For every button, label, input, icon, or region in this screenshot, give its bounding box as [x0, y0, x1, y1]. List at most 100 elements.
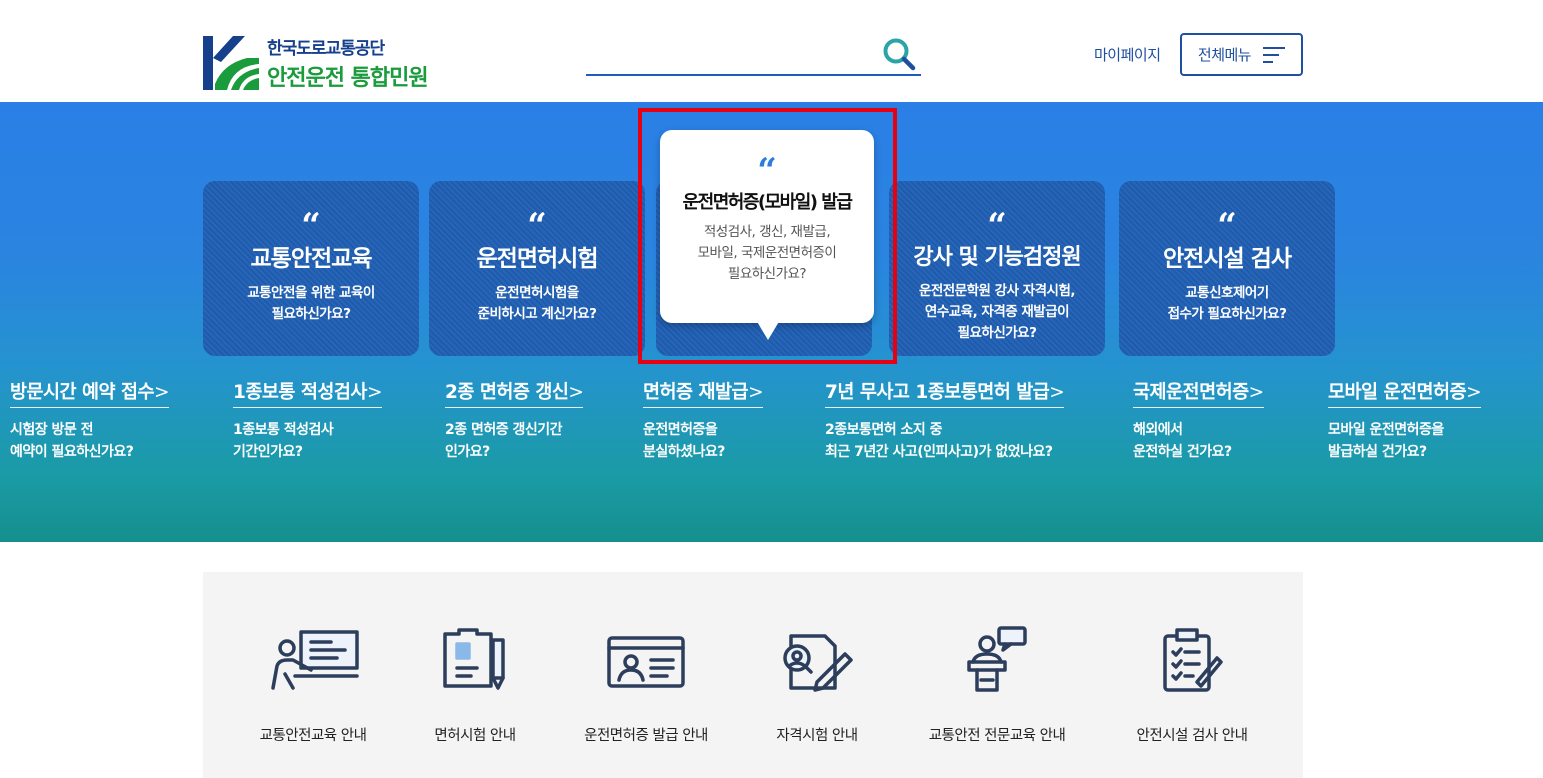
quick-link-desc: 해외에서 운전하실 건가요? [1133, 419, 1264, 463]
quick-link-title[interactable]: 7년 무사고 1종보통면허 발급> [825, 378, 1065, 408]
chevron-right-icon: > [1248, 382, 1265, 403]
highlight-box [638, 108, 897, 364]
card-desc-line: 접수가 필요하신가요? [1167, 306, 1287, 322]
chevron-right-icon: > [568, 382, 584, 403]
quote-icon: “ [301, 206, 321, 246]
quick-link-desc-line: 예약이 필요하신가요? [10, 444, 134, 460]
logo-org-name: 한국도로교통공단 [267, 39, 385, 59]
quick-link-title[interactable]: 국제운전면허증> [1133, 378, 1264, 408]
quick-link-desc: 시험장 방문 전 예약이 필요하신가요? [10, 419, 169, 463]
quick-link-title-text: 국제운전면허증 [1133, 382, 1249, 403]
guide-label: 교통안전 전문교육 안내 [928, 728, 1066, 744]
quick-link-international-license[interactable]: 국제운전면허증> 해외에서 운전하실 건가요? [1133, 378, 1264, 463]
quick-link-desc-line: 2종 면허증 갱신기간 [445, 422, 563, 438]
quick-link-desc-line: 운전면허증을 [643, 422, 718, 438]
quick-link-title[interactable]: 면허증 재발급> [643, 378, 764, 408]
quick-link-title-text: 방문시간 예약 접수 [10, 382, 155, 403]
quick-link-title[interactable]: 방문시간 예약 접수> [10, 378, 170, 408]
card-title: 강사 및 기능검정원 [913, 245, 1081, 270]
quick-link-title-text: 1종보통 적성검사 [233, 382, 367, 403]
guide-label: 교통안전교육 안내 [259, 728, 367, 744]
chevron-right-icon: > [748, 382, 764, 403]
card-desc-line: 운전전문학원 강사 자격시험, [918, 283, 1076, 299]
quote-icon: “ [527, 206, 547, 246]
license-exam-icon [443, 628, 505, 690]
quick-link-desc: 운전면허증을 분실하셨나요? [643, 419, 763, 463]
speaker-icon [967, 626, 1027, 692]
checklist-icon [1163, 628, 1223, 692]
quick-link-title[interactable]: 1종보통 적성검사> [233, 378, 382, 408]
quick-link-desc-line: 인가요? [445, 444, 490, 460]
guide-item-license-exam[interactable]: 면허시험 안내 [434, 618, 516, 744]
quick-link-class2-renewal[interactable]: 2종 면허증 갱신> 2종 면허증 갱신기간 인가요? [445, 378, 584, 463]
card-instructor-examiner[interactable]: “ 강사 및 기능검정원 운전전문학원 강사 자격시험, 연수교육, 자격증 재… [889, 181, 1105, 356]
card-desc: 운전전문학원 강사 자격시험, 연수교육, 자격증 재발급이 필요하신가요? [889, 281, 1105, 344]
quick-link-desc: 2종보통면허 소지 중 최근 7년간 사고(인피사고)가 없었나요? [825, 419, 1064, 463]
card-desc-line: 준비하시고 계신가요? [477, 306, 597, 322]
card-safety-facility-inspection[interactable]: “ 안전시설 검사 교통신호제어기 접수가 필요하신가요? [1119, 181, 1335, 356]
guide-item-license-issue[interactable]: 운전면허증 발급 안내 [584, 618, 708, 744]
card-driving-license-exam[interactable]: “ 운전면허시험 운전면허시험을 준비하시고 계신가요? [429, 181, 645, 356]
id-card-icon [607, 636, 685, 688]
lecture-icon [271, 630, 359, 690]
quick-link-title-text: 7년 무사고 1종보통면허 발급 [825, 382, 1050, 403]
chevron-right-icon: > [1049, 382, 1065, 403]
guide-label: 면허시험 안내 [434, 728, 516, 744]
quick-link-desc-line: 분실하셨나요? [643, 444, 725, 460]
quick-link-desc-line: 운전하실 건가요? [1133, 444, 1232, 460]
quick-link-title[interactable]: 모바일 운전면허증> [1328, 378, 1482, 408]
quick-link-desc-line: 2종보통면허 소지 중 [825, 422, 943, 438]
search-input[interactable] [586, 34, 866, 72]
logo-service-name: 안전운전 통합민원 [267, 66, 429, 91]
quick-link-desc-line: 발급하실 건가요? [1328, 444, 1427, 460]
card-title: 안전시설 검사 [1163, 246, 1292, 272]
quick-link-desc-line: 기간인가요? [233, 444, 303, 460]
quick-link-desc-line: 모바일 운전면허증을 [1328, 422, 1444, 438]
quick-link-mobile-license[interactable]: 모바일 운전면허증> 모바일 운전면허증을 발급하실 건가요? [1328, 378, 1482, 463]
guide-item-professional-education[interactable]: 교통안전 전문교육 안내 [929, 618, 1066, 744]
quick-link-desc: 1종보통 적성검사 기간인가요? [233, 419, 382, 463]
quote-icon: “ [987, 206, 1007, 246]
quick-link-class1-aptitude[interactable]: 1종보통 적성검사> 1종보통 적성검사 기간인가요? [233, 378, 382, 463]
search-bar [586, 34, 921, 76]
search-icon[interactable] [881, 36, 917, 72]
quick-link-title[interactable]: 2종 면허증 갱신> [445, 378, 584, 408]
quick-link-desc: 모바일 운전면허증을 발급하실 건가요? [1328, 419, 1481, 463]
card-desc-line: 연수교육, 자격증 재발급이 [924, 304, 1070, 320]
card-desc-line: 운전면허시험을 [495, 285, 579, 301]
quick-link-title-text: 2종 면허증 갱신 [445, 382, 569, 403]
site-header: 한국도로교통공단 안전운전 통합민원 마이페이지 전체메뉴 [0, 0, 1543, 102]
hamburger-icon [1263, 46, 1286, 63]
card-desc-line: 교통안전을 위한 교육이 [247, 285, 375, 301]
qualification-icon [783, 634, 853, 692]
quote-icon: “ [1217, 206, 1237, 246]
card-desc: 운전면허시험을 준비하시고 계신가요? [429, 283, 645, 325]
card-desc-line: 교통신호제어기 [1185, 285, 1269, 301]
quick-link-visit-reservation[interactable]: 방문시간 예약 접수> 시험장 방문 전 예약이 필요하신가요? [10, 378, 170, 463]
quick-link-title-text: 모바일 운전면허증 [1328, 382, 1467, 403]
guide-section: 교통안전교육 안내 면허시험 안내 운전면허증 발급 안내 자격시험 안내 교통… [203, 572, 1303, 778]
quick-link-7year-no-accident[interactable]: 7년 무사고 1종보통면허 발급> 2종보통면허 소지 중 최근 7년간 사고(… [825, 378, 1065, 463]
card-traffic-safety-education[interactable]: “ 교통안전교육 교통안전을 위한 교육이 필요하신가요? [203, 181, 419, 356]
card-desc: 교통안전을 위한 교육이 필요하신가요? [203, 283, 419, 325]
quick-link-desc: 2종 면허증 갱신기간 인가요? [445, 419, 583, 463]
guide-item-qualification[interactable]: 자격시험 안내 [776, 618, 858, 744]
all-menu-button[interactable]: 전체메뉴 [1180, 33, 1303, 76]
guide-label: 자격시험 안내 [776, 728, 858, 744]
guide-label: 운전면허증 발급 안내 [584, 728, 708, 744]
guide-item-facility-inspection[interactable]: 안전시설 검사 안내 [1137, 618, 1248, 744]
site-logo[interactable]: 한국도로교통공단 안전운전 통합민원 [203, 34, 429, 92]
quick-link-desc-line: 해외에서 [1133, 422, 1183, 438]
guide-item-traffic-education[interactable]: 교통안전교육 안내 [260, 618, 367, 744]
koroad-logo-icon [203, 36, 259, 90]
mypage-link[interactable]: 마이페이지 [1094, 44, 1161, 65]
chevron-right-icon: > [1466, 382, 1482, 403]
quick-link-reissue[interactable]: 면허증 재발급> 운전면허증을 분실하셨나요? [643, 378, 764, 463]
chevron-right-icon: > [154, 382, 170, 403]
card-title: 교통안전교육 [250, 246, 373, 272]
quick-link-title-text: 면허증 재발급 [643, 382, 749, 403]
card-title: 운전면허시험 [476, 246, 599, 272]
quick-link-desc-line: 1종보통 적성검사 [233, 422, 334, 438]
all-menu-label: 전체메뉴 [1197, 46, 1252, 64]
quick-link-desc-line: 최근 7년간 사고(인피사고)가 없었나요? [825, 444, 1053, 460]
